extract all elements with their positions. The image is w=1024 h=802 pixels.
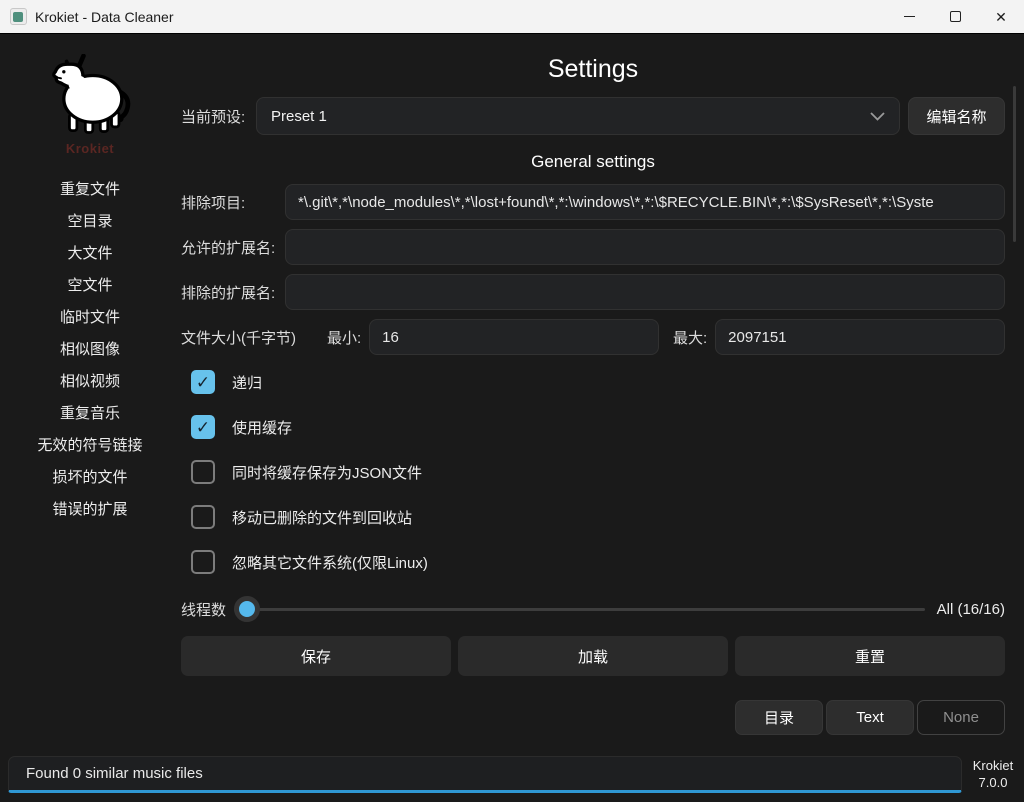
llama-logo-icon (38, 54, 142, 140)
chevron-down-icon (870, 112, 885, 121)
app-version: Krokiet 7.0.0 (962, 758, 1024, 792)
sidebar-item-temp-files[interactable]: 临时文件 (0, 300, 180, 332)
json-cache-checkbox-row[interactable]: ✓ 同时将缓存保存为JSON文件 (191, 460, 1005, 484)
edit-name-button[interactable]: 编辑名称 (908, 97, 1005, 135)
trash-checkbox-row[interactable]: ✓ 移动已删除的文件到回收站 (191, 505, 1005, 529)
slider-track[interactable] (234, 608, 925, 611)
allowed-extensions-row: 允许的扩展名: (181, 229, 1005, 265)
app-window: Krokiet 重复文件 空目录 大文件 空文件 临时文件 相似图像 相似视频 … (0, 34, 1024, 802)
excluded-items-label: 排除项目: (181, 192, 285, 213)
max-size-label: 最大: (673, 327, 707, 348)
settings-panel: Settings 当前预设: Preset 1 编辑名称 General set… (181, 34, 1024, 802)
sidebar-item-empty-files[interactable]: 空文件 (0, 268, 180, 300)
sidebar-item-empty-dirs[interactable]: 空目录 (0, 204, 180, 236)
json-cache-checkbox[interactable]: ✓ (191, 460, 215, 484)
status-message: Found 0 similar music files (26, 765, 203, 782)
window-title: Krokiet - Data Cleaner (35, 9, 174, 25)
app-version-number: 7.0.0 (962, 775, 1024, 792)
preset-row: 当前预设: Preset 1 编辑名称 (181, 97, 1005, 135)
allowed-extensions-label: 允许的扩展名: (181, 237, 285, 258)
excluded-items-row: 排除项目: (181, 184, 1005, 220)
thread-count-row: 线程数 All (16/16) (181, 595, 1005, 623)
excluded-extensions-input[interactable] (285, 274, 1005, 310)
statusbar: Found 0 similar music files Krokiet 7.0.… (8, 756, 1024, 793)
sidebar-item-broken-files[interactable]: 损坏的文件 (0, 460, 180, 492)
preset-selected-value: Preset 1 (271, 108, 327, 125)
directories-mode-button[interactable]: 目录 (735, 700, 823, 735)
status-message-field[interactable]: Found 0 similar music files (8, 756, 962, 793)
none-mode-button[interactable]: None (917, 700, 1005, 735)
use-cache-checkbox[interactable]: ✓ (191, 415, 215, 439)
allowed-extensions-input[interactable] (285, 229, 1005, 265)
other-filesystems-checkbox-label: 忽略其它文件系统(仅限Linux) (232, 552, 428, 573)
json-cache-checkbox-label: 同时将缓存保存为JSON文件 (232, 462, 422, 483)
max-size-input[interactable] (715, 319, 1005, 355)
minimize-icon (904, 16, 915, 17)
window-controls: ✕ (886, 0, 1024, 33)
trash-checkbox-label: 移动已删除的文件到回收站 (232, 507, 412, 528)
sidebar-item-invalid-symlinks[interactable]: 无效的符号链接 (0, 428, 180, 460)
action-buttons: 保存 加载 重置 (181, 636, 1005, 676)
sidebar: Krokiet 重复文件 空目录 大文件 空文件 临时文件 相似图像 相似视频 … (0, 34, 180, 802)
recursive-checkbox[interactable]: ✓ (191, 370, 215, 394)
recursive-checkbox-row[interactable]: ✓ 递归 (191, 370, 1005, 394)
file-size-row: 文件大小(千字节) 最小: 最大: (181, 319, 1005, 355)
trash-checkbox[interactable]: ✓ (191, 505, 215, 529)
check-icon: ✓ (196, 374, 210, 391)
sidebar-item-duplicate-files[interactable]: 重复文件 (0, 172, 180, 204)
logo: Krokiet (38, 54, 142, 156)
load-button[interactable]: 加载 (458, 636, 728, 676)
titlebar: Krokiet - Data Cleaner ✕ (0, 0, 1024, 34)
min-size-label: 最小: (327, 327, 361, 348)
thread-count-label: 线程数 (181, 599, 226, 620)
slider-handle[interactable] (234, 596, 260, 622)
close-icon: ✕ (995, 10, 1007, 24)
text-mode-button[interactable]: Text (826, 700, 914, 735)
maximize-button[interactable] (932, 0, 978, 33)
maximize-icon (950, 11, 961, 22)
view-mode-buttons: 目录 Text None (181, 700, 1005, 735)
sidebar-item-music-duplicates[interactable]: 重复音乐 (0, 396, 180, 428)
logo-caption: Krokiet (38, 141, 142, 156)
thread-count-value: All (16/16) (937, 601, 1005, 618)
general-settings-title: General settings (181, 152, 1005, 172)
page-title: Settings (181, 55, 1005, 84)
use-cache-checkbox-row[interactable]: ✓ 使用缓存 (191, 415, 1005, 439)
use-cache-checkbox-label: 使用缓存 (232, 417, 292, 438)
other-filesystems-checkbox-row[interactable]: ✓ 忽略其它文件系统(仅限Linux) (191, 550, 1005, 574)
min-size-input[interactable] (369, 319, 659, 355)
app-icon (10, 8, 27, 25)
checkbox-group: ✓ 递归 ✓ 使用缓存 ✓ 同时将缓存保存为JSON文件 ✓ 移动已删除的文件到… (191, 370, 1005, 574)
check-icon: ✓ (196, 419, 210, 436)
preset-label: 当前预设: (181, 106, 256, 127)
sidebar-item-bad-extensions[interactable]: 错误的扩展 (0, 492, 180, 524)
excluded-extensions-label: 排除的扩展名: (181, 282, 285, 303)
sidebar-item-big-files[interactable]: 大文件 (0, 236, 180, 268)
thread-count-slider[interactable] (234, 595, 925, 623)
recursive-checkbox-label: 递归 (232, 372, 262, 393)
save-button[interactable]: 保存 (181, 636, 451, 676)
excluded-items-input[interactable] (285, 184, 1005, 220)
sidebar-item-similar-videos[interactable]: 相似视频 (0, 364, 180, 396)
file-size-label: 文件大小(千字节) (181, 327, 327, 348)
excluded-extensions-row: 排除的扩展名: (181, 274, 1005, 310)
vertical-scrollbar[interactable] (1013, 86, 1016, 242)
app-version-name: Krokiet (962, 758, 1024, 775)
sidebar-nav: 重复文件 空目录 大文件 空文件 临时文件 相似图像 相似视频 重复音乐 无效的… (0, 172, 180, 524)
other-filesystems-checkbox[interactable]: ✓ (191, 550, 215, 574)
sidebar-item-similar-images[interactable]: 相似图像 (0, 332, 180, 364)
preset-select[interactable]: Preset 1 (256, 97, 900, 135)
close-button[interactable]: ✕ (978, 0, 1024, 33)
minimize-button[interactable] (886, 0, 932, 33)
reset-button[interactable]: 重置 (735, 636, 1005, 676)
